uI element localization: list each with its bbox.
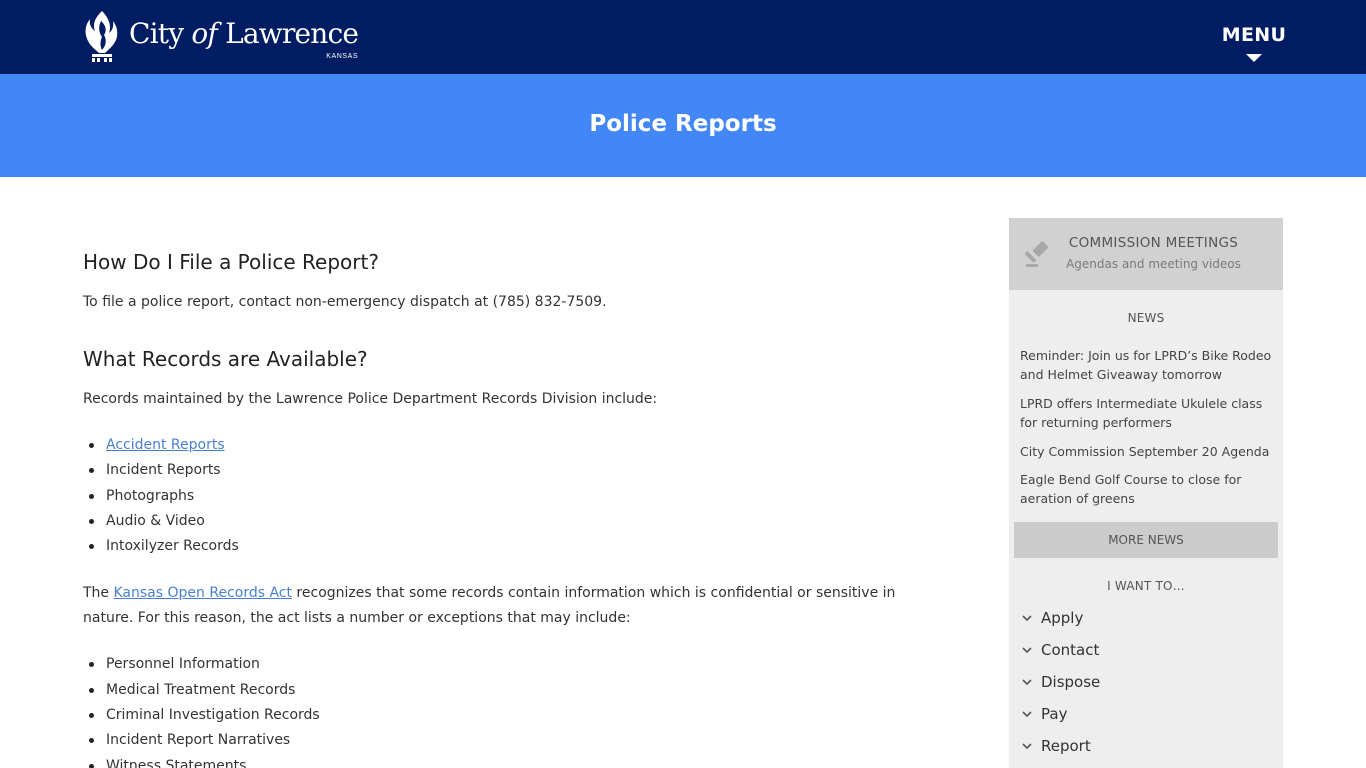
want-item-label: Dispose [1041, 673, 1101, 691]
list-item: Personnel Information [83, 652, 943, 677]
city-logo[interactable]: City of Lawrence KANSAS [83, 8, 359, 64]
logo-text-city: City [129, 17, 192, 50]
chevron-down-icon [1022, 647, 1032, 654]
list-item: Intoxilyzer Records [83, 534, 943, 559]
news-item[interactable]: City Commission September 20 Agenda [1020, 442, 1275, 461]
commission-title: COMMISSION MEETINGS [1068, 235, 1239, 251]
want-item-apply[interactable]: Apply [1020, 607, 1270, 633]
kansas-open-records-act-link[interactable]: Kansas Open Records Act [114, 585, 292, 601]
want-item-report[interactable]: Report [1020, 735, 1270, 761]
logo-text-lawrence: Lawrence [216, 17, 359, 50]
want-item-label: Apply [1041, 609, 1084, 627]
city-logo-icon [85, 11, 118, 62]
commission-subtitle: Agendas and meeting videos [1066, 257, 1241, 271]
kora-text-before: The [83, 585, 114, 602]
site-header: City of Lawrence KANSAS MENU [0, 0, 1366, 74]
news-item[interactable]: Reminder: Join us for LPRD’s Bike Rodeo … [1020, 346, 1275, 384]
menu-label: MENU [1221, 24, 1287, 46]
title-banner: Police Reports [0, 74, 1366, 177]
more-news-button[interactable]: MORE NEWS [1014, 522, 1278, 558]
commission-meetings-button[interactable]: COMMISSION MEETINGS Agendas and meeting … [1009, 218, 1283, 290]
logo-text-of: of [191, 17, 217, 50]
main-content: How Do I File a Police Report? To file a… [83, 218, 943, 768]
list-item: Photographs [83, 484, 943, 509]
exceptions-list: Personnel Information Medical Treatment … [83, 652, 943, 768]
accident-reports-link[interactable]: Accident Reports [106, 437, 225, 453]
want-item-label: Pay [1041, 705, 1068, 723]
want-item-dispose[interactable]: Dispose [1020, 671, 1270, 697]
records-list: Accident Reports Incident Reports Photog… [83, 433, 943, 559]
menu-button[interactable]: MENU [1220, 22, 1288, 68]
chevron-down-icon [1022, 615, 1032, 622]
logo-wordmark: City of Lawrence KANSAS [129, 17, 359, 61]
want-item-label: Report [1041, 737, 1091, 755]
i-want-to-heading: I WANT TO… [1107, 579, 1185, 593]
list-item: Audio & Video [83, 509, 943, 534]
kora-paragraph: The Kansas Open Records Act recognizes t… [83, 581, 943, 631]
heading-file-report: How Do I File a Police Report? [83, 250, 379, 274]
want-item-pay[interactable]: Pay [1020, 703, 1270, 729]
news-item[interactable]: Eagle Bend Golf Course to close for aera… [1020, 470, 1275, 508]
news-heading: NEWS [1127, 311, 1165, 325]
list-item: Incident Report Narratives [83, 728, 943, 753]
page-title: Police Reports [589, 111, 777, 137]
want-item-contact[interactable]: Contact [1020, 639, 1270, 665]
list-item: Medical Treatment Records [83, 678, 943, 703]
heading-records-available: What Records are Available? [83, 347, 368, 371]
logo-subtitle: KANSAS [326, 53, 359, 60]
chevron-down-icon [1022, 679, 1032, 686]
sidebar: COMMISSION MEETINGS Agendas and meeting … [1009, 218, 1283, 768]
list-item: Witness Statements [83, 754, 943, 768]
news-item[interactable]: LPRD offers Intermediate Ukulele class f… [1020, 394, 1275, 432]
file-report-text: To file a police report, contact non-eme… [83, 294, 607, 310]
list-item: Accident Reports [83, 433, 943, 458]
list-item: Criminal Investigation Records [83, 703, 943, 728]
list-item: Incident Reports [83, 458, 943, 483]
want-item-label: Contact [1041, 641, 1100, 659]
menu-caret-icon [1246, 54, 1262, 62]
chevron-down-icon [1022, 743, 1032, 750]
records-intro-text: Records maintained by the Lawrence Polic… [83, 391, 658, 407]
chevron-down-icon [1022, 711, 1032, 718]
